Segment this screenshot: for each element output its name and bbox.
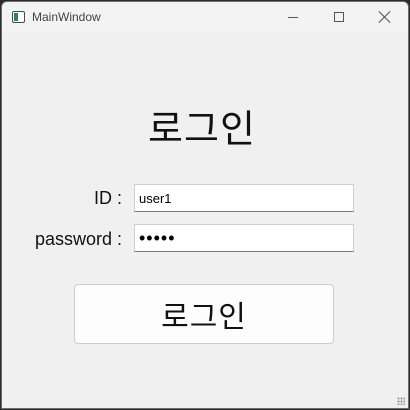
- minimize-button[interactable]: [270, 2, 316, 32]
- title-bar[interactable]: MainWindow: [2, 2, 408, 32]
- minimize-icon: [288, 17, 298, 18]
- close-icon: [379, 11, 391, 23]
- resize-grip-icon[interactable]: [397, 397, 405, 405]
- password-input[interactable]: [134, 224, 354, 252]
- main-window: MainWindow 로그인 ID : password : 로그인: [1, 1, 409, 409]
- id-label: ID :: [93, 188, 122, 208]
- window-app-icon: [12, 11, 25, 23]
- login-heading: 로그인: [148, 107, 256, 151]
- password-label: password :: [34, 229, 122, 249]
- window-title: MainWindow: [32, 10, 101, 24]
- maximize-button[interactable]: [316, 2, 362, 32]
- id-input[interactable]: [134, 184, 354, 212]
- close-button[interactable]: [362, 2, 408, 32]
- maximize-icon: [334, 12, 344, 22]
- login-button[interactable]: 로그인: [74, 284, 334, 344]
